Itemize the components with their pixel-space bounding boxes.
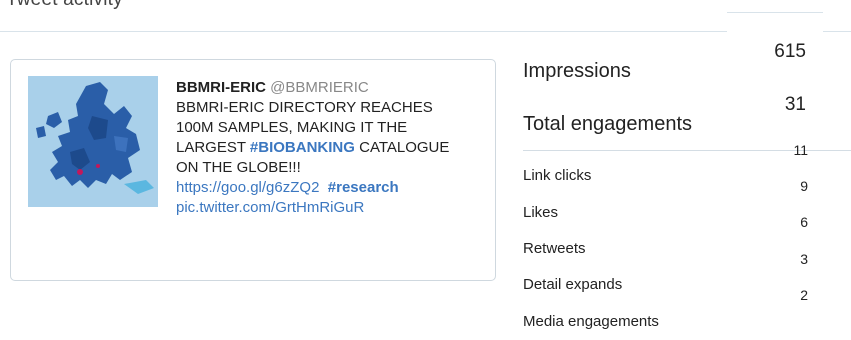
page-title: Tweet activity bbox=[6, 0, 123, 11]
hashtag-biobanking-link[interactable]: #BIOBANKING bbox=[250, 139, 355, 156]
impressions-value: 615 bbox=[774, 41, 806, 62]
total-engagements-value: 31 bbox=[784, 94, 806, 115]
tweet-media-thumbnail[interactable] bbox=[28, 76, 158, 207]
author-name[interactable]: BBMRI-ERIC bbox=[176, 79, 266, 96]
metric-value-media-engagements: 2 bbox=[800, 287, 808, 303]
metrics-values-panel bbox=[727, 12, 823, 143]
tweet-author-line: BBMRI-ERIC @BBMRIERIC bbox=[176, 78, 466, 98]
tweet-body: BBMRI-ERIC @BBMRIERIC BBMRI-ERIC DIRECTO… bbox=[176, 78, 466, 218]
metric-label-link-clicks: Link clicks bbox=[523, 167, 592, 184]
short-url-link[interactable]: https://goo.gl/g6zZQ2 bbox=[176, 179, 319, 196]
hashtag-research-link[interactable]: #research bbox=[328, 179, 399, 196]
metric-value-likes: 9 bbox=[800, 178, 808, 194]
tweet-text: BBMRI-ERIC DIRECTORY REACHES 100M SAMPLE… bbox=[176, 98, 466, 178]
pic-url-link[interactable]: pic.twitter.com/GrtHmRiGuR bbox=[176, 198, 466, 218]
metric-value-detail-expands: 3 bbox=[800, 251, 808, 267]
header-divider bbox=[0, 31, 851, 32]
metric-value-link-clicks: 11 bbox=[793, 142, 808, 158]
tweet-links: https://goo.gl/g6zZQ2 #research bbox=[176, 178, 466, 198]
metric-value-retweets: 6 bbox=[800, 214, 808, 230]
total-engagements-label: Total engagements bbox=[523, 113, 693, 135]
author-handle[interactable]: @BBMRIERIC bbox=[270, 79, 369, 96]
tweet-card[interactable]: BBMRI-ERIC @BBMRIERIC BBMRI-ERIC DIRECTO… bbox=[10, 59, 496, 281]
impressions-label: Impressions bbox=[523, 60, 631, 82]
metric-label-media-engagements: Media engagements bbox=[523, 313, 659, 330]
metric-label-retweets: Retweets bbox=[523, 240, 586, 257]
metric-label-likes: Likes bbox=[523, 204, 559, 221]
metric-label-detail-expands: Detail expands bbox=[523, 276, 623, 293]
europe-map-image bbox=[28, 76, 158, 207]
